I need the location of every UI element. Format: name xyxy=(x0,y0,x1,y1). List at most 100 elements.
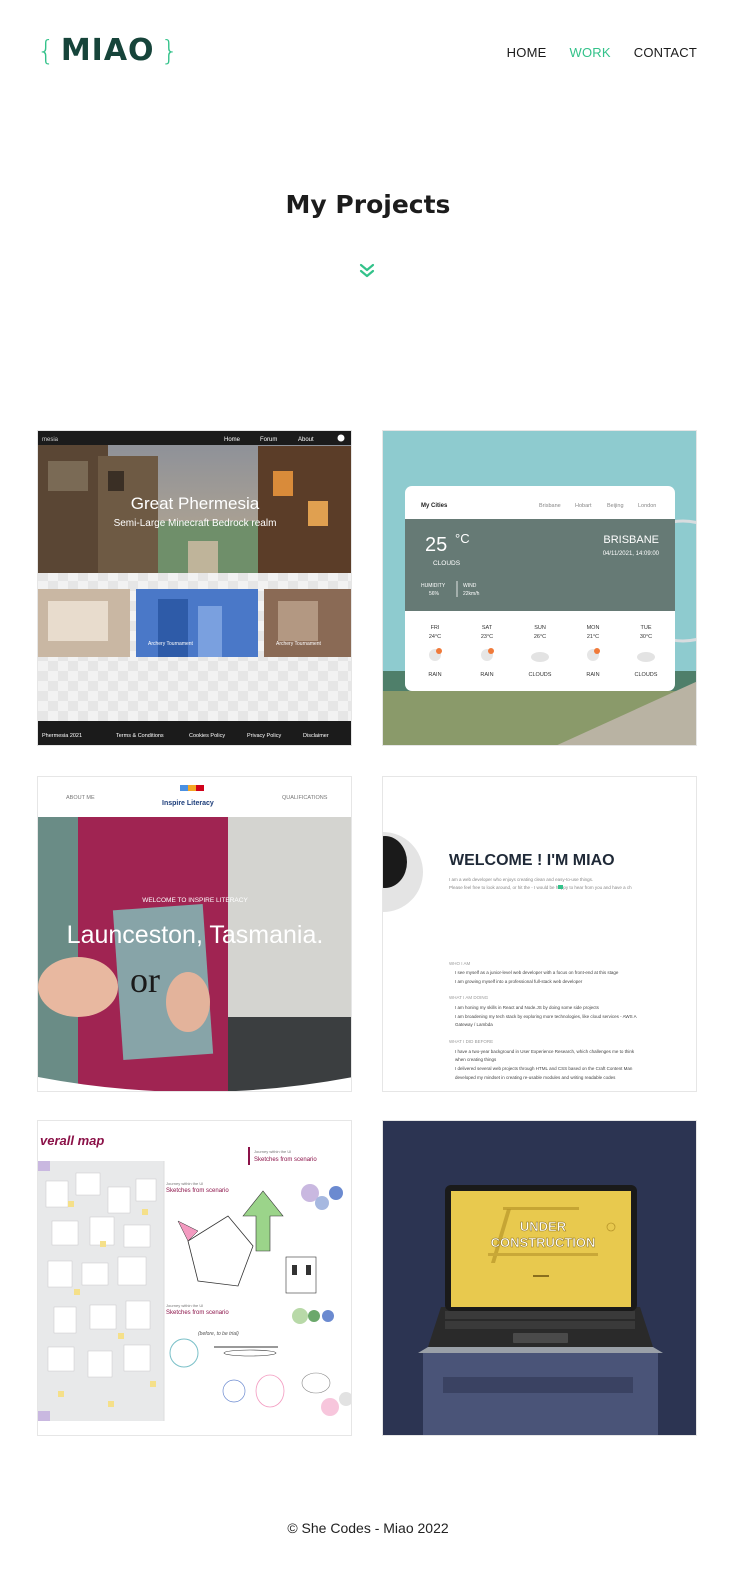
mc-footer-privacy: Privacy Policy xyxy=(247,733,281,739)
portfolio-bullet: when creating things xyxy=(455,1057,497,1062)
forecast-cond: CLOUDS xyxy=(635,672,658,678)
weather-app-screenshot: My Cities Brisbane Hobart Beijing London… xyxy=(383,431,696,745)
literacy-nav-qualifications: QUALIFICATIONS xyxy=(282,795,328,801)
portfolio-intro: I am a web developer who enjoys creating… xyxy=(449,877,593,882)
page-title-section: My Projects xyxy=(0,190,736,219)
portfolio-bullet: I am broadening my tech stack by explori… xyxy=(455,1014,637,1019)
project-card-minecraft[interactable]: mesia Home Forum About Great Phermesia S… xyxy=(37,430,352,746)
inspire-literacy-screenshot: ABOUT ME Inspire Literacy QUALIFICATIONS… xyxy=(38,777,351,1091)
weather-condition: CLOUDS xyxy=(433,560,461,567)
forecast-day: SUN xyxy=(534,625,546,631)
project-card-sketch-map[interactable]: verall map Journey within the UI Sketche… xyxy=(37,1120,352,1436)
logo-wordmark: MIAO xyxy=(60,32,155,68)
double-chevron-down-icon[interactable] xyxy=(358,262,376,280)
mc-hero-subtitle: Semi-Large Minecraft Bedrock realm xyxy=(114,518,277,529)
construction-line-1: UNDER xyxy=(520,1219,567,1234)
logo-open-brace: { xyxy=(37,33,55,67)
forecast-temp: 21°C xyxy=(587,634,599,640)
portfolio-bullet: I am honing my skills in React and Node.… xyxy=(455,1005,600,1010)
mc-nav-about: About xyxy=(298,437,314,443)
sketch-label: Sketches from scenario xyxy=(166,1310,229,1316)
weather-datetime: 04/11/2021, 14:09:00 xyxy=(603,551,660,557)
weather-city: BRISBANE xyxy=(603,534,659,546)
portfolio-bullet: I delivered several web projects through… xyxy=(455,1066,633,1071)
literacy-book-text: or xyxy=(130,960,160,1000)
site-footer: © She Codes - Miao 2022 xyxy=(0,1520,736,1536)
portfolio-bullet: developed my mindset in creating re-usab… xyxy=(455,1075,616,1080)
portfolio-section-heading: WHO I AM xyxy=(449,961,471,966)
cloud-icon xyxy=(531,652,549,662)
cloud-icon xyxy=(637,652,655,662)
portfolio-screenshot: WELCOME ! I'M MIAO I am a web developer … xyxy=(383,777,696,1091)
weather-app-title: My Cities xyxy=(421,503,448,509)
project-card-inspire-literacy[interactable]: ABOUT ME Inspire Literacy QUALIFICATIONS… xyxy=(37,776,352,1092)
mc-nav-forum: Forum xyxy=(260,437,277,443)
main-nav: HOME WORK CONTACT xyxy=(507,45,697,60)
weather-city-tab-4: London xyxy=(638,503,656,509)
weather-city-tab-2: Hobart xyxy=(575,503,592,509)
project-card-portfolio[interactable]: WELCOME ! I'M MIAO I am a web developer … xyxy=(382,776,697,1092)
forecast-temp: 30°C xyxy=(640,634,652,640)
mc-nav-home: Home xyxy=(224,437,241,443)
portfolio-bullet: I am growing myself into a professional … xyxy=(455,979,583,984)
nav-work-link[interactable]: WORK xyxy=(569,45,610,60)
footer-copyright: © She Codes - Miao 2022 xyxy=(287,1520,449,1536)
weather-humidity-value: 56% xyxy=(429,591,440,597)
weather-humidity-label: HUMIDITY xyxy=(421,583,446,589)
literacy-nav-about: ABOUT ME xyxy=(66,795,95,801)
mc-thumb-label-1: Archery Tournament xyxy=(148,641,194,647)
forecast-cond: RAIN xyxy=(428,672,441,678)
portfolio-section-heading: WHAT I DID BEFORE xyxy=(449,1039,493,1044)
portfolio-section-heading: WHAT I AM DOING xyxy=(449,995,489,1000)
forecast-cond: RAIN xyxy=(586,672,599,678)
weather-temperature: 25 xyxy=(425,534,447,556)
literacy-welcome: WELCOME TO INSPIRE LITERACY xyxy=(142,897,248,904)
site-logo[interactable]: { MIAO } xyxy=(37,32,178,68)
sketch-label: Sketches from scenario xyxy=(254,1157,317,1163)
literacy-brand: Inspire Literacy xyxy=(162,800,214,807)
mc-thumb-label-2: Archery Tournament xyxy=(276,641,322,647)
weather-wind-value: 22km/h xyxy=(463,591,480,597)
forecast-day: TUE xyxy=(641,625,652,631)
nav-home-link[interactable]: HOME xyxy=(507,45,547,60)
sketch-label: Sketches from scenario xyxy=(166,1188,229,1194)
weather-wind-label: WIND xyxy=(463,583,477,589)
sketch-note: (before, to be trial) xyxy=(198,1331,239,1337)
sketch-heading: verall map xyxy=(40,1133,104,1148)
literacy-headline: Launceston, Tasmania. xyxy=(67,921,324,949)
weather-city-tab-1: Brisbane xyxy=(539,503,561,509)
mc-footer-disclaimer: Disclaimer xyxy=(303,733,329,739)
minecraft-site-screenshot: mesia Home Forum About Great Phermesia S… xyxy=(38,431,351,745)
forecast-day: FRI xyxy=(431,625,440,631)
sketch-label-small: Journey within the UI xyxy=(254,1149,291,1154)
forecast-temp: 26°C xyxy=(534,634,546,640)
nav-contact-link[interactable]: CONTACT xyxy=(634,45,697,60)
forecast-cond: RAIN xyxy=(480,672,493,678)
portfolio-bullet: Gateway / Lambda xyxy=(455,1022,493,1027)
portfolio-bullet: I see myself as a junior-level web devel… xyxy=(455,970,619,975)
sketch-map-screenshot: verall map Journey within the UI Sketche… xyxy=(38,1121,351,1435)
mc-hero-title: Great Phermesia xyxy=(131,494,260,513)
sketch-label-small: Journey within the UI xyxy=(166,1181,203,1186)
forecast-day: SAT xyxy=(482,625,493,631)
forecast-cond: CLOUDS xyxy=(529,672,552,678)
project-card-weather[interactable]: My Cities Brisbane Hobart Beijing London… xyxy=(382,430,697,746)
sketch-label-small: Journey within the UI xyxy=(166,1303,203,1308)
site-header: { MIAO } HOME WORK CONTACT xyxy=(0,0,736,100)
under-construction-screenshot: UNDER CONSTRUCTION xyxy=(383,1121,696,1435)
page-title: My Projects xyxy=(285,190,451,219)
mc-footer-copyright: Phermesia 2021 xyxy=(42,733,82,739)
weather-unit: °C xyxy=(455,531,470,546)
mc-footer-terms: Terms & Conditions xyxy=(116,733,164,739)
forecast-day: MON xyxy=(587,625,600,631)
logo-close-brace: } xyxy=(160,33,179,67)
forecast-temp: 24°C xyxy=(429,634,441,640)
portfolio-bullet: I have a two-year background in User Exp… xyxy=(455,1049,635,1054)
svg-text:mesia: mesia xyxy=(42,437,59,443)
project-card-under-construction[interactable]: UNDER CONSTRUCTION xyxy=(382,1120,697,1436)
portfolio-headline: WELCOME ! I'M MIAO xyxy=(449,852,615,869)
weather-city-tab-3: Beijing xyxy=(607,503,624,509)
mc-footer-cookies: Cookies Policy xyxy=(189,733,225,739)
construction-line-2: CONSTRUCTION xyxy=(491,1235,596,1250)
portfolio-intro: Please feel free to look around, or hit … xyxy=(449,885,632,890)
